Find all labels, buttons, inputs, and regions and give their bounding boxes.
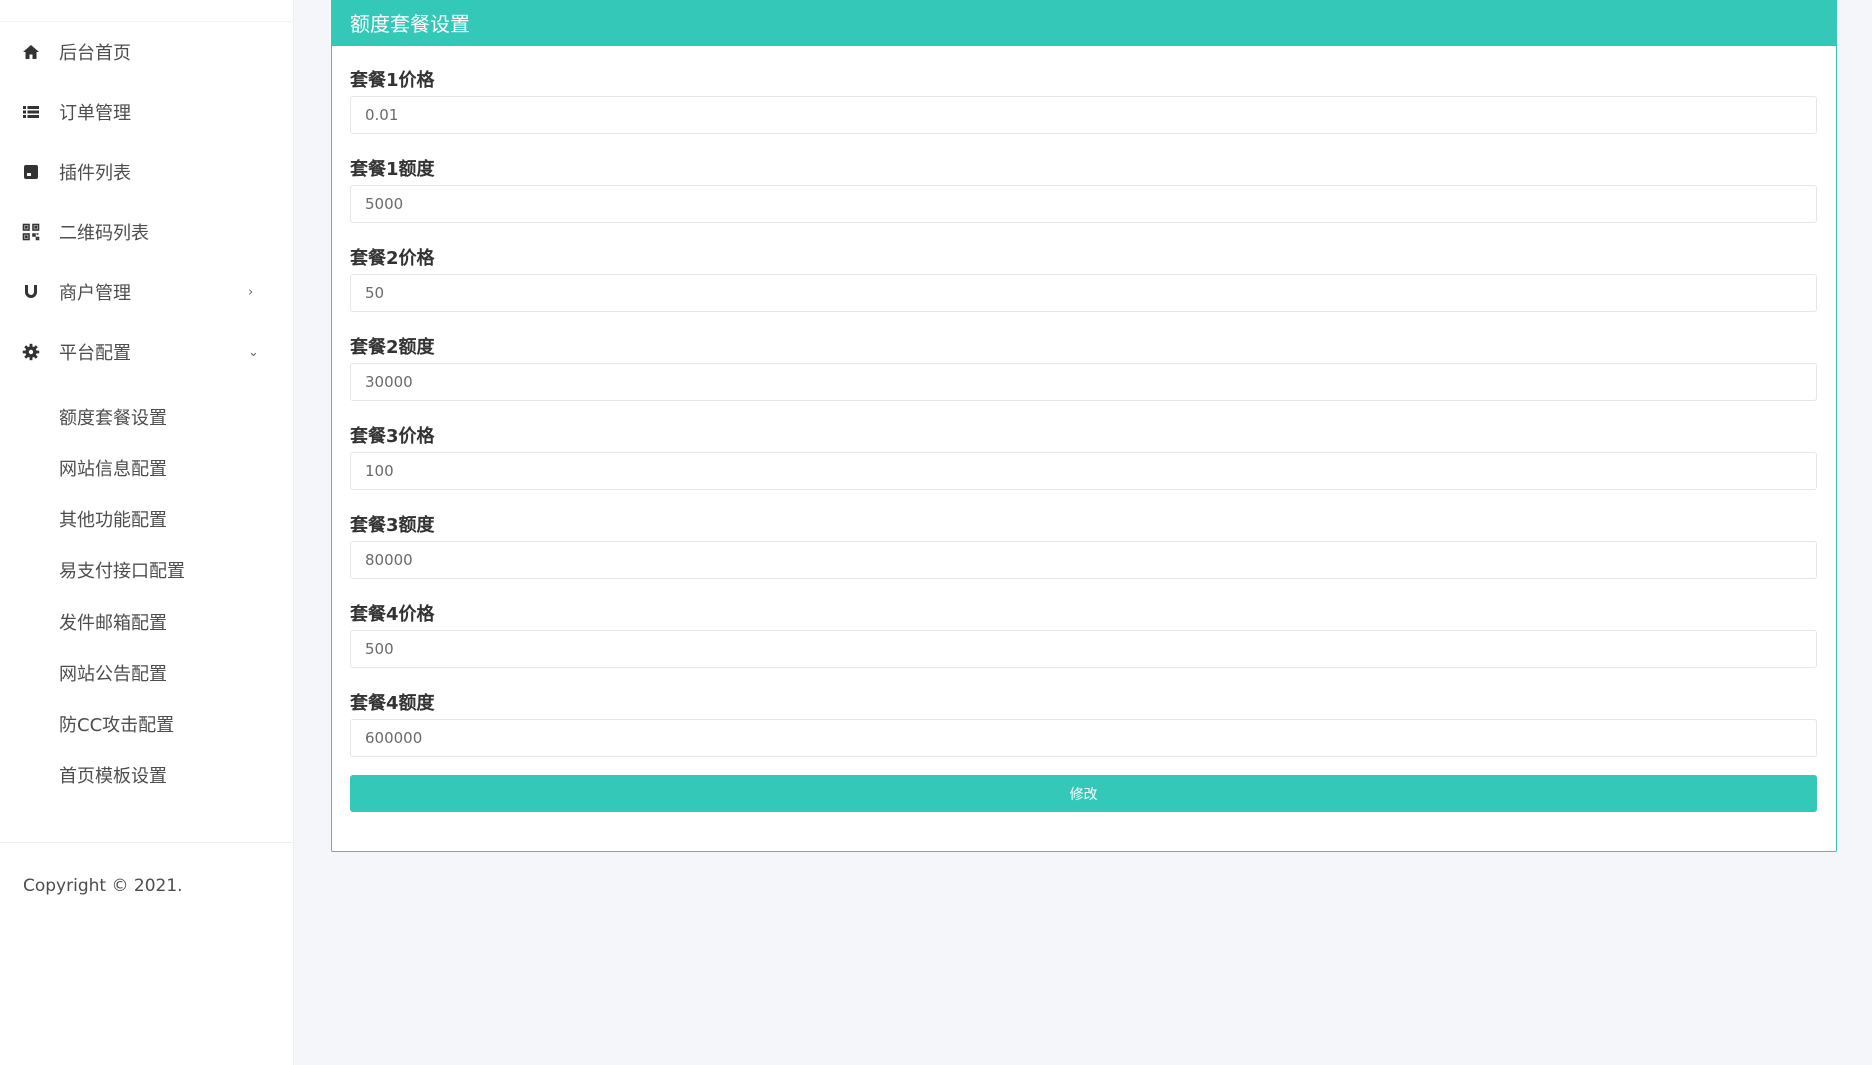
sidebar-item-qrcodes[interactable]: 二维码列表: [0, 202, 294, 262]
sidebar-item-label: 二维码列表: [59, 223, 149, 244]
submenu-item-label: 首页模板设置: [59, 766, 167, 787]
modify-button[interactable]: 修改: [350, 775, 1817, 812]
sidebar-item-home[interactable]: 后台首页: [0, 22, 294, 82]
sidebar-footer-divider: [0, 842, 294, 843]
settings-panel: 额度套餐设置 套餐1价格 套餐1额度 套餐2价格 套餐2额度 套餐3价格 套餐3…: [331, 0, 1837, 852]
copyright-text: Copyright © 2021.: [23, 876, 183, 896]
package3-quota-input[interactable]: [350, 541, 1817, 579]
field-label: 套餐4额度: [350, 693, 435, 714]
field-label: 套餐2价格: [350, 248, 435, 269]
package1-price-input[interactable]: [350, 96, 1817, 134]
submenu-item-sender-email[interactable]: 发件邮箱配置: [0, 597, 294, 647]
sidebar-item-plugins[interactable]: 插件列表: [0, 142, 294, 202]
sidebar-item-merchants[interactable]: 商户管理 ›: [0, 262, 294, 322]
submenu-item-other-functions[interactable]: 其他功能配置: [0, 494, 294, 544]
field-label: 套餐4价格: [350, 604, 435, 625]
sidebar-item-platform-config[interactable]: 平台配置 ⌄: [0, 322, 294, 382]
submenu-item-site-notice[interactable]: 网站公告配置: [0, 648, 294, 698]
sidebar-item-orders[interactable]: 订单管理: [0, 82, 294, 142]
home-icon: [22, 43, 40, 61]
package4-quota-input[interactable]: [350, 719, 1817, 757]
submenu-item-homepage-template[interactable]: 首页模板设置: [0, 750, 294, 800]
package4-price-input[interactable]: [350, 630, 1817, 668]
chevron-down-icon: ⌄: [248, 344, 259, 360]
submenu-item-label: 其他功能配置: [59, 510, 167, 531]
field-label: 套餐3额度: [350, 515, 435, 536]
sidebar: 后台首页 订单管理 插件列表 二维码列表 商户管理 › 平台配置 ⌄ 额度套餐设…: [0, 0, 294, 1065]
field-label: 套餐3价格: [350, 426, 435, 447]
list-icon: [22, 103, 40, 121]
package2-quota-input[interactable]: [350, 363, 1817, 401]
submenu-item-label: 防CC攻击配置: [59, 715, 175, 736]
submenu-item-label: 网站信息配置: [59, 459, 167, 480]
gear-icon: [22, 343, 40, 361]
submenu-item-label: 发件邮箱配置: [59, 613, 167, 634]
submenu-item-epay-api[interactable]: 易支付接口配置: [0, 545, 294, 595]
plugin-icon: [22, 163, 40, 181]
field-label: 套餐1价格: [350, 70, 435, 91]
package1-quota-input[interactable]: [350, 185, 1817, 223]
sidebar-item-label: 商户管理: [59, 283, 131, 304]
submenu-item-label: 网站公告配置: [59, 664, 167, 685]
submenu-item-quota-package[interactable]: 额度套餐设置: [0, 392, 294, 442]
qrcode-icon: [22, 223, 40, 241]
package2-price-input[interactable]: [350, 274, 1817, 312]
submenu-item-label: 额度套餐设置: [59, 408, 167, 429]
submenu-item-anti-cc[interactable]: 防CC攻击配置: [0, 699, 294, 749]
sidebar-item-label: 后台首页: [59, 43, 131, 64]
chevron-right-icon: ›: [248, 284, 254, 300]
field-label: 套餐2额度: [350, 337, 435, 358]
sidebar-item-label: 插件列表: [59, 163, 131, 184]
submenu-item-label: 易支付接口配置: [59, 561, 185, 582]
field-label: 套餐1额度: [350, 159, 435, 180]
sidebar-item-label: 订单管理: [59, 103, 131, 124]
package3-price-input[interactable]: [350, 452, 1817, 490]
magnet-icon: [22, 283, 40, 301]
sidebar-item-label: 平台配置: [59, 343, 131, 364]
submenu-item-site-info[interactable]: 网站信息配置: [0, 443, 294, 493]
panel-title: 额度套餐设置: [332, 0, 1836, 46]
